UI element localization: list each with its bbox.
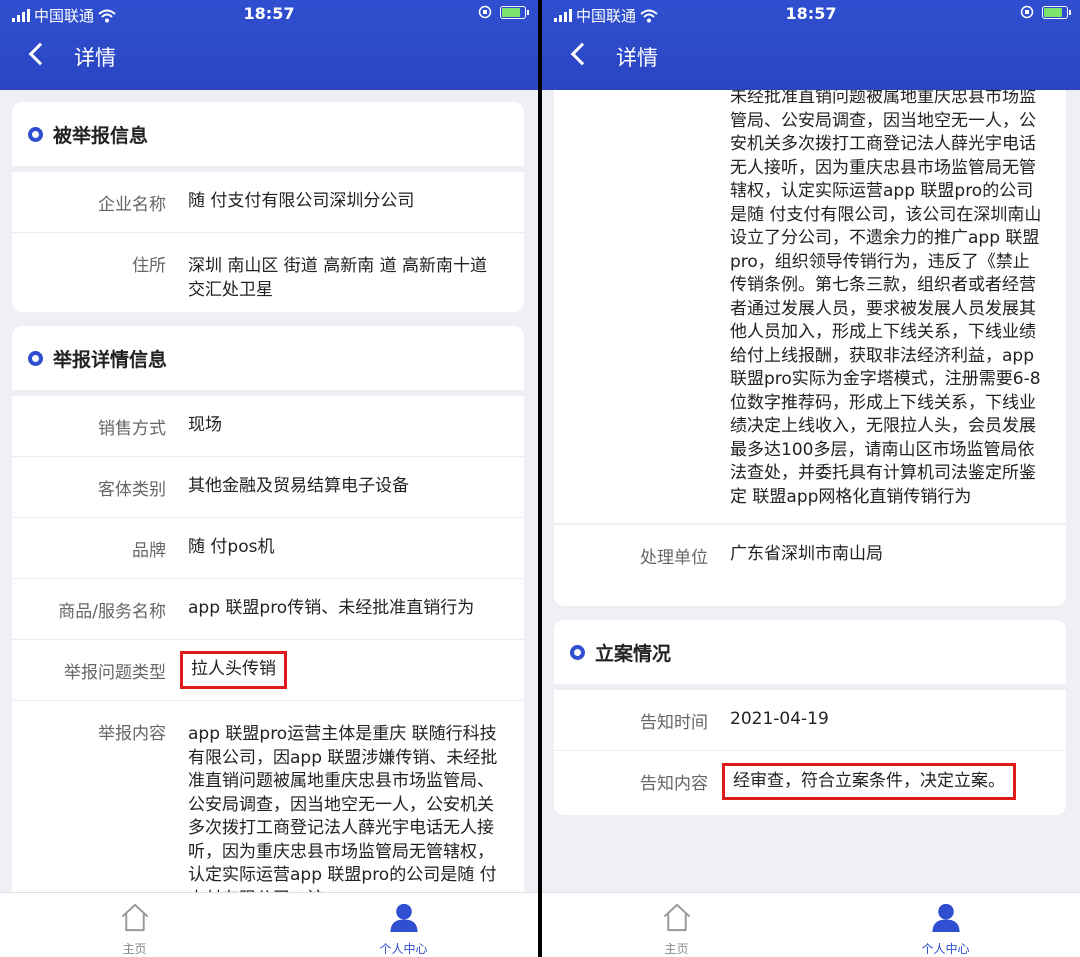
field-value: 深圳 南山区 街道 高新南 道 高新南十道交汇处卫星	[188, 256, 488, 300]
top-bar: 中国联通 18:57 详情	[542, 0, 1080, 90]
user-icon	[389, 903, 418, 933]
page-title: 详情	[74, 46, 116, 70]
info-row: 商品/服务名称 app 联盟pro传销、未经批准直销行为	[12, 579, 524, 640]
field-value: 现场	[188, 415, 222, 436]
info-row: 举报问题类型 拉人头传销	[12, 640, 524, 701]
highlight-box: 拉人头传销	[180, 651, 287, 689]
highlight-box: 经审查，符合立案条件，决定立案。	[722, 762, 1016, 801]
info-row: 住所 深圳 南山区 街道 高新南 道 高新南十道交汇处卫星	[12, 233, 524, 318]
case-info-card: 立案情况 告知时间 2021-04-19 告知内容 经审查，符合立案条件，决定立…	[554, 620, 1066, 815]
info-row: 告知时间 2021-04-19	[554, 690, 1066, 751]
field-label: 品牌	[132, 540, 166, 561]
tab-home[interactable]: 主页	[542, 893, 811, 957]
detail-content[interactable]: 被举报信息 企业名称 随 付支付有限公司深圳分公司 住所 深圳 南山区 街道 高…	[0, 90, 538, 892]
field-value: 随 付pos机	[188, 537, 275, 558]
field-value: 其他金融及贸易结算电子设备	[188, 476, 409, 497]
home-icon	[663, 903, 690, 932]
status-bar: 中国联通 18:57	[542, 0, 1080, 28]
section-title: 举报详情信息	[53, 348, 168, 371]
tab-label: 个人中心	[921, 942, 970, 956]
field-value: 2021-04-19	[730, 709, 829, 730]
field-value: app 联盟pro运营主体是重庆 联随行科技有限公司，因app 联盟涉嫌传销、未…	[188, 724, 498, 892]
phone-screen-left: 中国联通 18:57 详情 被举报信息 企业名称 随 付支付有限公司深圳分公司 …	[0, 0, 538, 957]
nav-bar: 详情	[0, 38, 538, 78]
field-label: 企业名称	[98, 194, 166, 215]
home-icon	[121, 903, 148, 932]
field-label: 告知内容	[640, 774, 708, 794]
tab-personal-center[interactable]: 个人中心	[269, 893, 538, 957]
field-label: 住所	[132, 256, 166, 276]
info-row: 告知内容 经审查，符合立案条件，决定立案。	[554, 751, 1066, 812]
field-label: 客体类别	[98, 479, 166, 500]
reported-info-card: 被举报信息 企业名称 随 付支付有限公司深圳分公司 住所 深圳 南山区 街道 高…	[12, 102, 524, 312]
info-row: 举报内容 app 联盟pro运营主体是重庆 联随行科技有限公司，因app 联盟涉…	[12, 701, 524, 892]
battery-icon	[1042, 5, 1071, 19]
info-row: 处理单位 广东省深圳市南山局	[554, 524, 1066, 585]
field-label: 销售方式	[98, 418, 166, 439]
section-header: 立案情况	[554, 620, 1066, 684]
tab-personal-center[interactable]: 个人中心	[811, 893, 1080, 957]
info-row: 企业名称 随 付支付有限公司深圳分公司	[12, 172, 524, 233]
tab-home[interactable]: 主页	[0, 893, 269, 957]
section-header: 被举报信息	[12, 102, 524, 166]
phone-screen-right: 中国联通 18:57 详情 未经批准直销问题被属地重庆忠县市场监管局、公安局调查…	[542, 0, 1080, 957]
field-value: app 联盟pro传销、未经批准直销行为	[188, 598, 475, 619]
back-icon[interactable]	[570, 42, 594, 66]
section-ring-icon	[570, 644, 585, 660]
section-title: 被举报信息	[53, 124, 149, 147]
top-bar: 中国联通 18:57 详情	[0, 0, 538, 90]
field-label: 告知时间	[640, 712, 708, 733]
status-right	[478, 5, 529, 19]
status-bar: 中国联通 18:57	[0, 0, 538, 28]
info-row: 未经批准直销问题被属地重庆忠县市场监管局、公安局调查，因当地空无一人，公安机关多…	[554, 90, 1066, 524]
detail-info-card-continued: 未经批准直销问题被属地重庆忠县市场监管局、公安局调查，因当地空无一人，公安机关多…	[554, 90, 1066, 606]
tab-label: 主页	[664, 942, 689, 956]
field-label: 举报内容	[98, 724, 166, 744]
info-row: 销售方式 现场	[12, 396, 524, 457]
status-time: 18:57	[785, 4, 837, 23]
info-row: 品牌 随 付pos机	[12, 518, 524, 579]
page-title: 详情	[616, 46, 658, 70]
tab-label: 主页	[122, 942, 147, 956]
field-value: 广东省深圳市南山局	[730, 544, 883, 565]
tab-bar: 主页 个人中心	[0, 892, 538, 957]
tab-label: 个人中心	[379, 942, 428, 956]
user-icon	[931, 903, 960, 933]
section-title: 立案情况	[595, 642, 672, 665]
back-icon[interactable]	[28, 42, 52, 66]
orientation-lock-icon	[478, 5, 492, 19]
detail-content[interactable]: 未经批准直销问题被属地重庆忠县市场监管局、公安局调查，因当地空无一人，公安机关多…	[542, 90, 1080, 892]
report-content-text: 未经批准直销问题被属地重庆忠县市场监管局、公安局调查，因当地空无一人，公安机关多…	[730, 90, 1042, 507]
section-header: 举报详情信息	[12, 326, 524, 390]
status-time: 18:57	[243, 4, 295, 23]
info-row: 客体类别 其他金融及贸易结算电子设备	[12, 457, 524, 518]
section-ring-icon	[28, 350, 43, 366]
section-ring-icon	[28, 126, 43, 142]
tab-bar: 主页 个人中心	[542, 892, 1080, 957]
field-value: 随 付支付有限公司深圳分公司	[188, 191, 415, 212]
field-label: 举报问题类型	[64, 662, 166, 683]
detail-info-card: 举报详情信息 销售方式 现场 客体类别 其他金融及贸易结算电子设备 品牌 随 付…	[12, 326, 524, 892]
status-right	[1020, 5, 1071, 19]
orientation-lock-icon	[1020, 5, 1034, 19]
field-label: 处理单位	[640, 547, 708, 568]
nav-bar: 详情	[542, 38, 1080, 78]
battery-icon	[500, 5, 529, 19]
field-label: 商品/服务名称	[58, 601, 166, 622]
